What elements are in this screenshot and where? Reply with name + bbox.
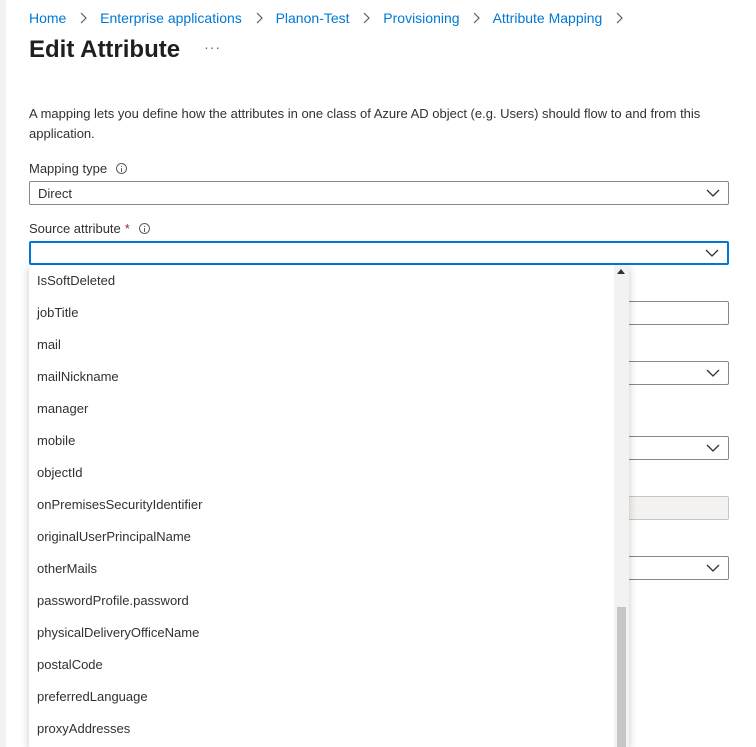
- dropdown-option[interactable]: mobile: [29, 425, 629, 457]
- background-dropdown[interactable]: [629, 436, 729, 460]
- breadcrumb-app[interactable]: Planon-Test: [276, 10, 350, 26]
- chevron-right-icon: [256, 12, 263, 24]
- required-indicator: *: [124, 221, 130, 236]
- info-icon[interactable]: [116, 163, 128, 174]
- dropdown-option[interactable]: postalCode: [29, 649, 629, 681]
- dropdown-option[interactable]: preferredLanguage: [29, 681, 629, 713]
- scrollbar-thumb[interactable]: [617, 607, 626, 747]
- chevron-down-icon: [705, 249, 719, 257]
- blade-left-edge: [0, 0, 6, 747]
- dropdown-option[interactable]: mail: [29, 329, 629, 361]
- mapping-type-label: Mapping type: [29, 161, 128, 176]
- chevron-right-icon: [616, 12, 624, 24]
- scrollbar[interactable]: [614, 265, 629, 747]
- mapping-type-dropdown[interactable]: Direct: [29, 181, 729, 205]
- mapping-type-value: Direct: [38, 185, 72, 201]
- source-attribute-label: Source attribute *: [29, 221, 150, 236]
- chevron-down-icon: [706, 444, 720, 452]
- breadcrumb-provisioning[interactable]: Provisioning: [383, 10, 459, 26]
- more-options-button[interactable]: ···: [204, 39, 221, 61]
- chevron-right-icon: [80, 12, 88, 24]
- page-title: Edit Attribute: [29, 36, 181, 63]
- background-dropdown[interactable]: [629, 361, 729, 385]
- mapping-description: A mapping lets you define how the attrib…: [29, 106, 701, 141]
- breadcrumb-enterprise-applications[interactable]: Enterprise applications: [100, 10, 242, 26]
- target-attribute-input: [629, 496, 729, 520]
- chevron-right-icon: [363, 12, 371, 24]
- chevron-down-icon: [706, 189, 720, 197]
- mapping-type-label-text: Mapping type: [29, 161, 108, 176]
- chevron-right-icon: [474, 12, 481, 24]
- title-row: Edit Attribute ···: [29, 36, 221, 64]
- source-attribute-label-text: Source attribute: [29, 221, 121, 236]
- info-icon[interactable]: [138, 223, 150, 234]
- dropdown-option[interactable]: jobTitle: [29, 297, 629, 329]
- breadcrumb-attribute-mapping[interactable]: Attribute Mapping: [493, 10, 603, 26]
- dropdown-option[interactable]: originalUserPrincipalName: [29, 521, 629, 553]
- option-list: IsSoftDeleted jobTitle mail mailNickname man…: [29, 265, 629, 745]
- dropdown-option[interactable]: objectId: [29, 457, 629, 489]
- dropdown-option[interactable]: proxyAddresses: [29, 713, 629, 745]
- chevron-down-icon: [706, 564, 720, 572]
- dropdown-option[interactable]: physicalDeliveryOfficeName: [29, 617, 629, 649]
- dropdown-option[interactable]: manager: [29, 393, 629, 425]
- default-value-input[interactable]: [629, 301, 729, 325]
- breadcrumb-home[interactable]: Home: [29, 10, 66, 26]
- breadcrumb: Home Enterprise applications Planon-Test…: [29, 10, 632, 26]
- background-dropdown[interactable]: [629, 556, 729, 580]
- dropdown-option[interactable]: passwordProfile.password: [29, 585, 629, 617]
- dropdown-option[interactable]: IsSoftDeleted: [29, 265, 629, 297]
- chevron-down-icon: [706, 369, 720, 377]
- dropdown-option[interactable]: onPremisesSecurityIdentifier: [29, 489, 629, 521]
- dropdown-option[interactable]: otherMails: [29, 553, 629, 585]
- source-attribute-dropdown[interactable]: [29, 241, 729, 265]
- source-attribute-listbox[interactable]: IsSoftDeleted jobTitle mail mailNickname man…: [29, 265, 629, 747]
- scroll-up-arrow-icon[interactable]: [617, 269, 625, 274]
- dropdown-option[interactable]: mailNickname: [29, 361, 629, 393]
